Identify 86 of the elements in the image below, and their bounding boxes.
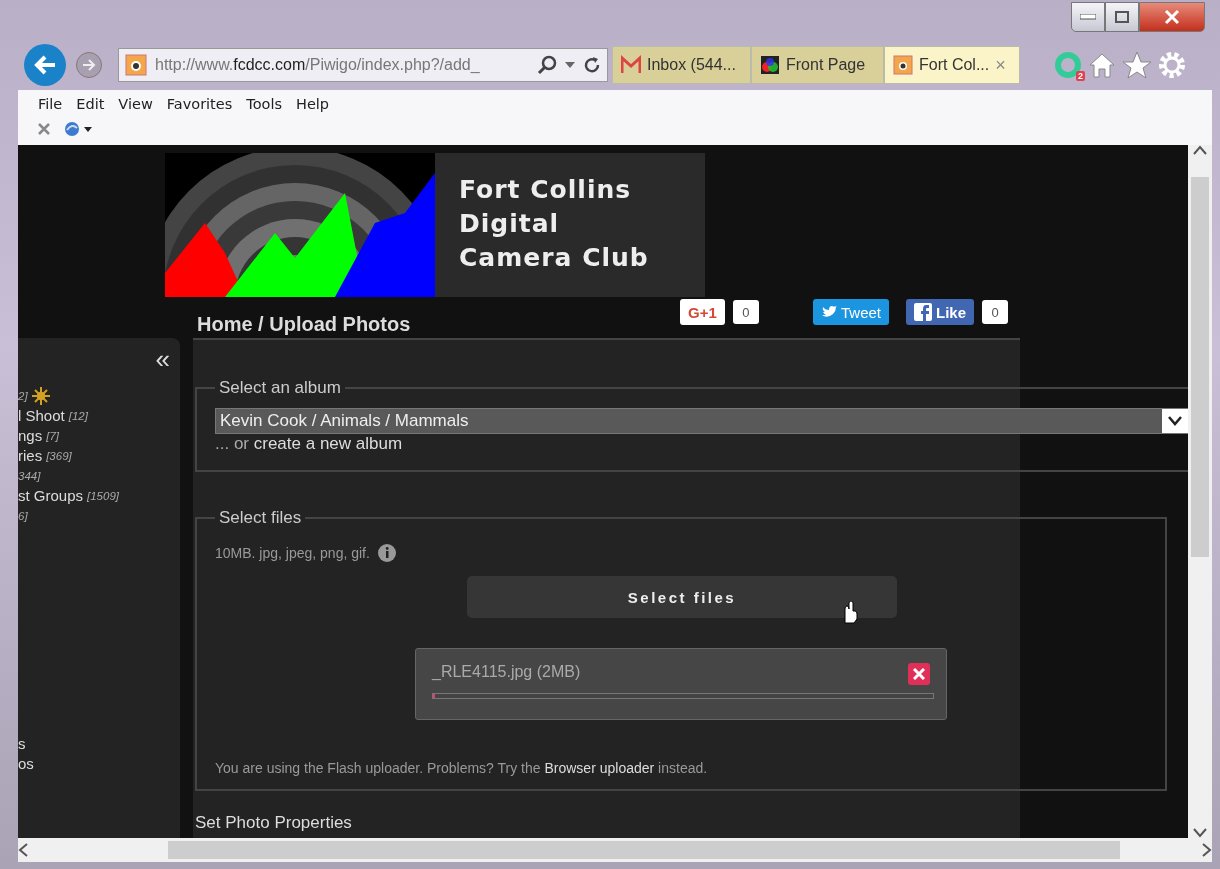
mail-icon	[621, 55, 641, 75]
info-icon[interactable]	[377, 544, 396, 562]
file-limits: 10MB. jpg, jpeg, png, gif.	[215, 545, 370, 561]
address-bar[interactable]: http://www.fcdcc.com/Piwigo/index.php?/add_	[118, 48, 608, 82]
forward-button[interactable]	[76, 52, 102, 78]
tab-title: Inbox (544...	[647, 56, 736, 74]
extension-button[interactable]: 2	[1054, 51, 1082, 79]
share-count: 0	[732, 300, 759, 324]
photo-count: [1509]	[87, 489, 119, 504]
camera-icon	[893, 55, 913, 75]
menu-link[interactable]: s	[18, 734, 180, 754]
scroll-right-icon[interactable]	[1202, 843, 1212, 857]
facebook-icon	[914, 303, 932, 321]
scroll-left-icon[interactable]	[18, 843, 28, 857]
gplus-button[interactable]: G+1	[680, 299, 725, 325]
collapse-button[interactable]: «	[155, 346, 170, 372]
menu-link[interactable]: os	[18, 754, 180, 774]
horizontal-scrollbar[interactable]	[18, 838, 1212, 862]
photo-count: [12]	[68, 409, 88, 424]
back-arrow-icon	[33, 54, 57, 76]
browser-tab[interactable]: Inbox (544...	[612, 46, 751, 84]
close-button[interactable]	[1139, 2, 1205, 32]
dropdown-caret-icon	[1168, 416, 1182, 426]
browser-tab[interactable]: Fort Col... ×	[884, 46, 1020, 84]
photo-count: [369]	[46, 449, 72, 464]
album-link[interactable]: ngs	[18, 426, 43, 446]
scrollbar-thumb[interactable]	[1191, 176, 1209, 557]
create-album-text: ... or create a new album	[215, 434, 404, 454]
create-album-link[interactable]: create a new album	[253, 434, 403, 453]
remove-button[interactable]	[908, 663, 930, 685]
menu-item[interactable]: Edit	[76, 96, 105, 112]
globe-dropdown-icon[interactable]	[64, 121, 94, 137]
sparkle-icon	[31, 387, 50, 405]
section-title: Select an album	[218, 378, 342, 398]
like-button[interactable]: Like	[906, 299, 974, 325]
tab-title: Front Page	[786, 56, 866, 74]
dropdown-caret-icon[interactable]	[565, 62, 575, 68]
file-name: _RLE4115.jpg (2MB)	[432, 663, 581, 681]
photo-count: 344]	[18, 469, 41, 484]
menu-item[interactable]: View	[118, 96, 153, 112]
album-link[interactable]: ries	[18, 446, 43, 466]
album-select[interactable]: Kevin Cook / Animals / Mammals	[215, 408, 1188, 434]
album-link[interactable]: l Shoot	[18, 406, 65, 426]
section-title: Select files	[218, 508, 303, 528]
refresh-icon[interactable]	[583, 56, 601, 74]
photo-count: 6]	[18, 509, 28, 524]
menu-item[interactable]: Tools	[246, 96, 282, 112]
scroll-up-icon[interactable]	[1193, 145, 1207, 155]
photo-icon	[760, 55, 780, 75]
menu-item[interactable]: Favorites	[166, 96, 233, 112]
notification-badge: 2	[1076, 71, 1085, 81]
logo-text: Camera Club	[459, 242, 650, 274]
browser-tab[interactable]: Front Page	[751, 46, 884, 84]
camera-icon	[125, 54, 147, 76]
album-link[interactable]: st Groups	[18, 486, 84, 506]
menu-item[interactable]: File	[38, 96, 63, 112]
minimize-icon	[1080, 14, 1096, 20]
share-count: 0	[982, 300, 1008, 324]
scrollbar-thumb[interactable]	[168, 841, 1120, 859]
bird-icon	[821, 305, 837, 319]
logo-text: Fort Collins	[459, 174, 633, 206]
logo-text: Digital	[459, 208, 561, 240]
x-icon[interactable]	[38, 123, 50, 135]
section-title: Set Photo Properties	[195, 813, 353, 833]
select-files-button[interactable]: Select files	[467, 576, 897, 618]
forward-arrow-icon	[82, 59, 96, 71]
scroll-down-icon[interactable]	[1193, 828, 1207, 838]
tab-title: Fort Col...	[919, 56, 990, 74]
uploader-note: You are using the Flash uploader. Problems? Try the Browser uploader instead.	[215, 760, 709, 776]
home-icon[interactable]	[1088, 51, 1116, 79]
close-icon	[1164, 9, 1180, 25]
menu-item[interactable]: Help	[296, 96, 330, 112]
photo-count: 2]	[18, 389, 28, 404]
ring-icon	[1054, 51, 1082, 79]
photo-count: [7]	[46, 429, 59, 444]
search-icon[interactable]	[537, 55, 557, 75]
star-icon[interactable]	[1122, 51, 1152, 79]
maximize-icon	[1115, 11, 1129, 23]
back-button[interactable]	[24, 44, 66, 86]
vertical-scrollbar[interactable]	[1188, 145, 1212, 838]
close-icon	[913, 668, 925, 680]
maximize-button[interactable]	[1105, 2, 1139, 32]
browser-uploader-link[interactable]: Browser uploader	[544, 760, 655, 776]
url-text: http://www.fcdcc.com/Piwigo/index.php?/add_	[155, 56, 481, 74]
breadcrumb: Home / Upload Photos	[197, 313, 411, 336]
minimize-button[interactable]	[1071, 2, 1105, 32]
